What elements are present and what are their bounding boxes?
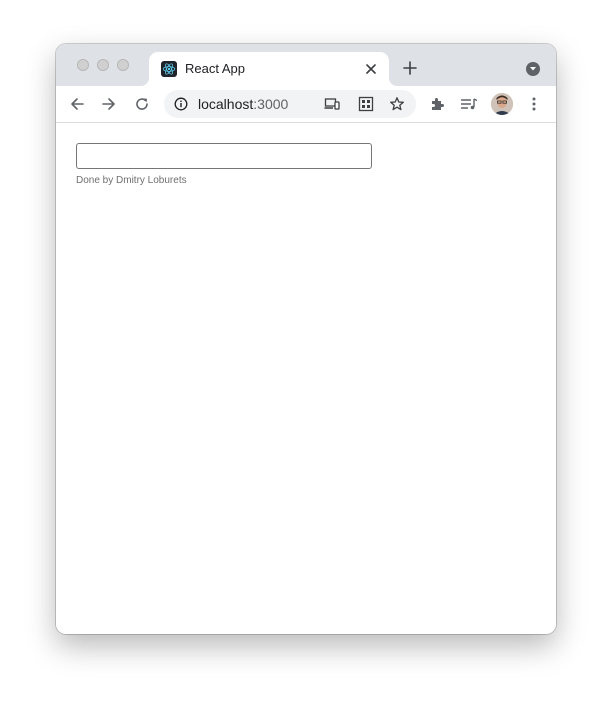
kebab-menu-icon[interactable] bbox=[524, 94, 544, 114]
reload-icon[interactable] bbox=[132, 94, 152, 114]
text-input[interactable] bbox=[76, 143, 372, 169]
close-icon[interactable] bbox=[363, 61, 379, 77]
credit-text: Done by Dmitry Loburets bbox=[76, 175, 187, 186]
profile-avatar[interactable] bbox=[491, 93, 513, 115]
arrow-right-icon[interactable] bbox=[99, 94, 119, 114]
browser-toolbar: localhost:3000 bbox=[56, 86, 556, 123]
new-tab-button[interactable] bbox=[401, 59, 419, 77]
puzzle-icon[interactable] bbox=[427, 94, 447, 114]
address-bar[interactable]: localhost:3000 bbox=[164, 90, 416, 118]
browser-window: React App localhost:3000 Done by Dmitry … bbox=[56, 44, 556, 634]
cast-icon[interactable] bbox=[324, 96, 340, 112]
react-logo-icon bbox=[161, 61, 177, 77]
qr-code-icon[interactable] bbox=[358, 96, 374, 112]
tab-title: React App bbox=[185, 61, 245, 76]
url-text: localhost:3000 bbox=[198, 96, 288, 112]
tab-strip: React App bbox=[56, 44, 556, 86]
url-host: localhost bbox=[198, 96, 254, 112]
arrow-left-icon[interactable] bbox=[67, 94, 87, 114]
media-queue-icon[interactable] bbox=[459, 94, 479, 114]
info-icon[interactable] bbox=[174, 97, 188, 111]
window-minimize-button[interactable] bbox=[97, 59, 109, 71]
tab-react-app[interactable]: React App bbox=[149, 52, 389, 86]
star-icon[interactable] bbox=[389, 96, 405, 112]
tab-search-icon[interactable] bbox=[526, 62, 540, 76]
page-content: Done by Dmitry Loburets bbox=[56, 123, 556, 634]
window-maximize-button[interactable] bbox=[117, 59, 129, 71]
url-port: :3000 bbox=[253, 96, 289, 112]
window-close-button[interactable] bbox=[77, 59, 89, 71]
